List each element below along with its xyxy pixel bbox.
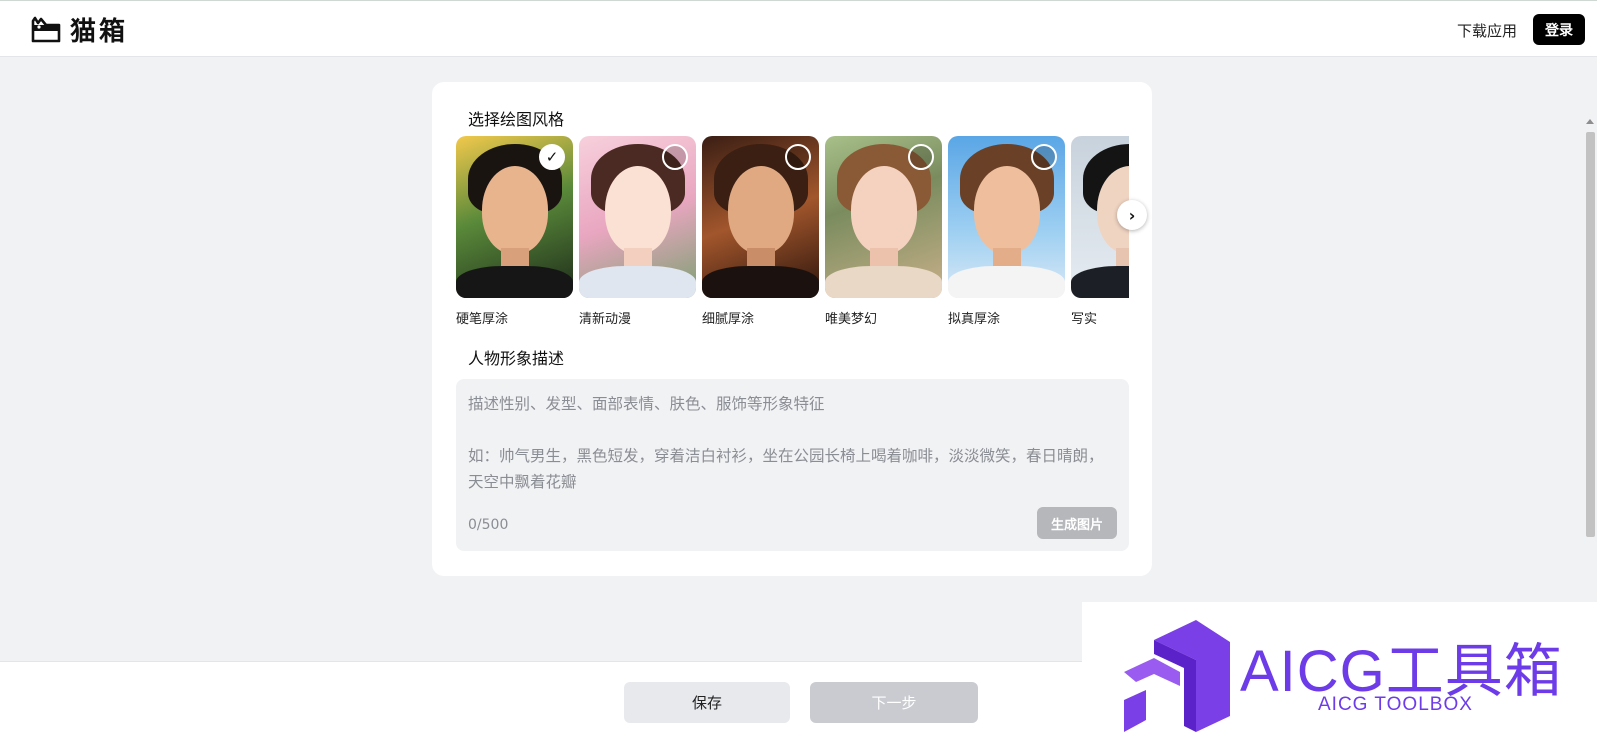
- style-thumbnail: [579, 136, 696, 298]
- style-thumbnail: [948, 136, 1065, 298]
- style-label: 清新动漫: [579, 312, 632, 327]
- next-step-button[interactable]: 下一步: [810, 682, 978, 723]
- top-bar: 猫箱 下载应用 登录: [0, 0, 1597, 57]
- char-count: 0/500: [468, 517, 509, 533]
- login-button[interactable]: 登录: [1533, 14, 1585, 45]
- style-option-3[interactable]: 细腻厚涂: [702, 136, 819, 327]
- watermark-subtitle: AICG TOOLBOX: [1318, 694, 1473, 715]
- cat-box-icon: [31, 16, 61, 43]
- style-option-5[interactable]: 拟真厚涂: [948, 136, 1065, 327]
- creation-card: 选择绘图风格 ✓ 硬笔厚涂 清新动漫 细腻厚涂 唯美梦幻 拟真厚涂 写实 › 人…: [432, 82, 1152, 576]
- style-option-6[interactable]: 写实: [1071, 136, 1129, 327]
- style-label: 细腻厚涂: [702, 312, 755, 327]
- aicg-logo-icon: [1124, 620, 1230, 732]
- download-app-link[interactable]: 下载应用: [1457, 20, 1517, 41]
- unchecked-circle-icon: [1031, 144, 1057, 170]
- description-textarea[interactable]: 描述性别、发型、面部表情、肤色、服饰等形象特征 如：帅气男生，黑色短发，穿着洁白…: [456, 379, 1129, 551]
- style-thumbnail: [702, 136, 819, 298]
- style-option-4[interactable]: 唯美梦幻: [825, 136, 942, 327]
- style-option-2[interactable]: 清新动漫: [579, 136, 696, 327]
- scroll-up-arrow-icon[interactable]: [1586, 119, 1594, 124]
- description-section-title: 人物形象描述: [468, 349, 565, 368]
- style-label: 硬笔厚涂: [456, 312, 509, 327]
- unchecked-circle-icon: [785, 144, 811, 170]
- save-button[interactable]: 保存: [624, 682, 790, 723]
- scroll-thumb[interactable]: [1586, 132, 1595, 537]
- page-scrollbar[interactable]: [1583, 57, 1597, 657]
- style-section-title: 选择绘图风格: [468, 110, 565, 129]
- description-placeholder: 描述性别、发型、面部表情、肤色、服饰等形象特征 如：帅气男生，黑色短发，穿着洁白…: [468, 395, 1104, 491]
- logo[interactable]: 猫箱: [30, 13, 129, 47]
- generate-image-button[interactable]: 生成图片: [1037, 507, 1117, 539]
- style-label: 唯美梦幻: [825, 312, 878, 327]
- style-label: 拟真厚涂: [948, 312, 1001, 327]
- chevron-right-icon: ›: [1128, 205, 1136, 225]
- carousel-next-button[interactable]: ›: [1117, 200, 1147, 230]
- unchecked-circle-icon: [662, 144, 688, 170]
- style-option-1[interactable]: ✓ 硬笔厚涂: [456, 136, 573, 327]
- unchecked-circle-icon: [908, 144, 934, 170]
- style-thumbnail: [825, 136, 942, 298]
- watermark: AICG工具箱 AICG TOOLBOX: [1082, 602, 1597, 739]
- style-thumbnail: ✓: [456, 136, 573, 298]
- logo-text: 猫箱: [70, 16, 129, 47]
- style-label: 写实: [1071, 312, 1098, 327]
- check-icon: ✓: [539, 144, 565, 170]
- style-carousel: ✓ 硬笔厚涂 清新动漫 细腻厚涂 唯美梦幻 拟真厚涂 写实: [456, 136, 1129, 336]
